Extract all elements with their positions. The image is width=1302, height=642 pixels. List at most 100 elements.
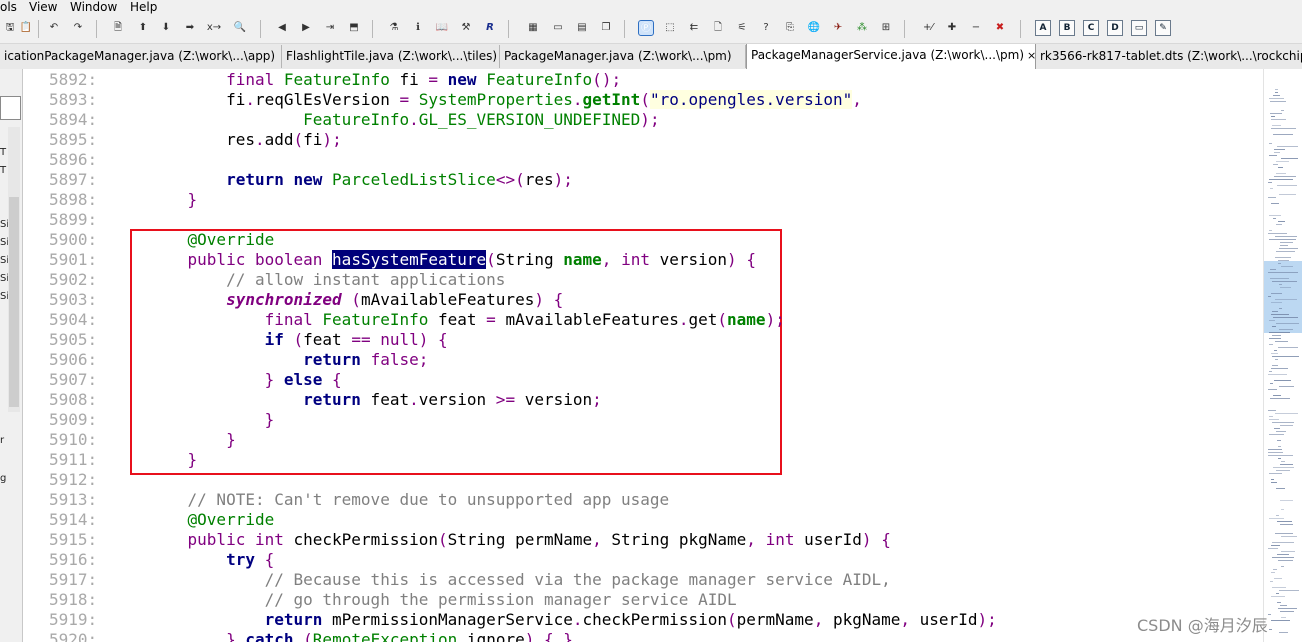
- code-editor[interactable]: 5892: final FeatureInfo fi = new Feature…: [23, 69, 1263, 642]
- d-box-icon[interactable]: D: [1107, 20, 1123, 36]
- a-box-icon[interactable]: A: [1035, 20, 1051, 36]
- minimap-line: [1280, 245, 1288, 246]
- r-icon[interactable]: R: [482, 20, 498, 36]
- tree-icon[interactable]: ⚟: [734, 20, 750, 36]
- minimap-line: [1268, 614, 1271, 615]
- watermark: CSDN @海月汐辰: [1137, 616, 1268, 635]
- jump-icon[interactable]: ⇥: [322, 20, 338, 36]
- close-tab-icon[interactable]: ×: [1027, 49, 1035, 62]
- grid-icon[interactable]: ▦: [525, 20, 541, 36]
- minimap-line: [1271, 119, 1286, 120]
- window-icon[interactable]: ▭: [550, 20, 566, 36]
- minimap-line: [1278, 221, 1285, 222]
- minimap-line: [1272, 422, 1294, 423]
- minimap-line: [1273, 395, 1281, 396]
- minimap-line: [1281, 617, 1286, 618]
- minimap-line: [1275, 92, 1278, 93]
- table-icon[interactable]: ⊞: [878, 20, 894, 36]
- line-number: 5910:: [49, 430, 98, 449]
- minimap-line: [1269, 98, 1284, 99]
- line-number: 5920:: [49, 630, 98, 642]
- minimap-line: [1268, 455, 1293, 456]
- insert-icon[interactable]: ✚: [944, 20, 960, 36]
- c-box-icon[interactable]: C: [1083, 20, 1099, 36]
- tab-flashlight-tile[interactable]: FlashlightTile.java (Z:\work\...\tiles): [282, 45, 500, 68]
- tab-label: rk3566-rk817-tablet.dts (Z:\work\...\roc…: [1040, 49, 1302, 63]
- minimap-line: [1269, 143, 1272, 144]
- line-number: 5901:: [49, 250, 98, 269]
- arrow-down-icon[interactable]: ⬇: [158, 20, 174, 36]
- close-all-icon[interactable]: ✖: [992, 20, 1008, 36]
- remove-icon[interactable]: −: [968, 20, 984, 36]
- undo-icon[interactable]: ↶: [46, 20, 62, 36]
- bird-icon[interactable]: ✈: [830, 20, 846, 36]
- nodes-icon[interactable]: ⁂: [854, 20, 870, 36]
- minimap-line: [1275, 299, 1297, 300]
- project-p-icon[interactable]: Ⓟ: [638, 20, 654, 36]
- outline-icon[interactable]: ⇇: [686, 20, 702, 36]
- help-icon[interactable]: ?: [758, 20, 774, 36]
- minimap-line: [1280, 524, 1293, 525]
- define-icon[interactable]: ℹ: [410, 20, 426, 36]
- minimap-line: [1269, 320, 1275, 321]
- page-icon[interactable]: 🗋: [710, 20, 726, 36]
- tab-rk3566-dts[interactable]: rk3566-rk817-tablet.dts (Z:\work\...\roc…: [1036, 45, 1302, 68]
- tab-application-package-manager[interactable]: icationPackageManager.java (Z:\work\...\…: [0, 45, 282, 68]
- arrow-up-icon[interactable]: ⬆: [135, 20, 151, 36]
- prev-bookmark-icon[interactable]: ◀: [274, 20, 290, 36]
- globe-icon[interactable]: 🌐: [806, 20, 822, 36]
- next-bookmark-icon[interactable]: ▶: [298, 20, 314, 36]
- bookmark-icon[interactable]: ⬒: [346, 20, 362, 36]
- menu-window[interactable]: Window: [70, 0, 117, 15]
- line-number: 5907:: [49, 370, 98, 389]
- redo-icon[interactable]: ↷: [70, 20, 86, 36]
- line-number: 5904:: [49, 310, 98, 329]
- relation-icon[interactable]: ⚒: [458, 20, 474, 36]
- minimap-line: [1276, 173, 1286, 174]
- minimap-line: [1281, 566, 1284, 567]
- code-text: }: [264, 410, 275, 429]
- line-number: 5892:: [49, 70, 98, 89]
- minimap-line: [1268, 449, 1282, 450]
- code-text: if (feat == null) {: [264, 330, 448, 349]
- left-panel-scroll-thumb[interactable]: [9, 197, 19, 407]
- tab-package-manager[interactable]: PackageManager.java (Z:\work\...\pm): [500, 45, 746, 68]
- save-all-icon[interactable]: 🖫: [2, 20, 18, 36]
- replace-icon[interactable]: x→: [206, 20, 222, 36]
- document-icon[interactable]: 🗎: [110, 20, 126, 36]
- add-icon[interactable]: +⁄: [920, 20, 936, 36]
- line-number: 5900:: [49, 230, 98, 249]
- menu-view[interactable]: View: [29, 0, 57, 15]
- tab-package-manager-service[interactable]: PackageManagerService.java (Z:\work\...\…: [746, 44, 1036, 69]
- menu-tools[interactable]: ols: [0, 0, 17, 15]
- line-number: 5909:: [49, 410, 98, 429]
- layout-icon[interactable]: ▤: [574, 20, 590, 36]
- menu-help[interactable]: Help: [130, 0, 157, 15]
- minimap-line: [1277, 521, 1292, 522]
- symbol-icon[interactable]: ⚗: [386, 20, 402, 36]
- minimap-line: [1268, 233, 1287, 234]
- minimap-line: [1271, 314, 1289, 315]
- minimap-line: [1280, 500, 1293, 501]
- left-panel-input[interactable]: [0, 96, 21, 120]
- minimap-line: [1281, 536, 1297, 537]
- cascade-icon[interactable]: ❐: [598, 20, 614, 36]
- minimap[interactable]: [1263, 69, 1302, 642]
- resize-icon[interactable]: ⬚: [662, 20, 678, 36]
- tab-label: FlashlightTile.java (Z:\work\...\tiles): [286, 49, 498, 63]
- copy-icon[interactable]: ⎘: [782, 20, 798, 36]
- paste-icon[interactable]: 📋: [18, 20, 34, 36]
- minimap-line: [1269, 434, 1284, 435]
- code-text: @Override: [187, 230, 275, 249]
- toolbar-separator: [372, 20, 373, 38]
- folder-box-icon[interactable]: ▭: [1131, 20, 1147, 36]
- search-icon[interactable]: 🔍: [232, 20, 248, 36]
- go-forward-icon[interactable]: ➡: [182, 20, 198, 36]
- note-box-icon[interactable]: ✎: [1155, 20, 1171, 36]
- minimap-line: [1278, 560, 1293, 561]
- code-text: // Because this is accessed via the pack…: [264, 570, 891, 589]
- toolbar-separator: [508, 20, 509, 38]
- book-icon[interactable]: 📖: [434, 20, 450, 36]
- minimap-line: [1271, 128, 1296, 129]
- b-box-icon[interactable]: B: [1059, 20, 1075, 36]
